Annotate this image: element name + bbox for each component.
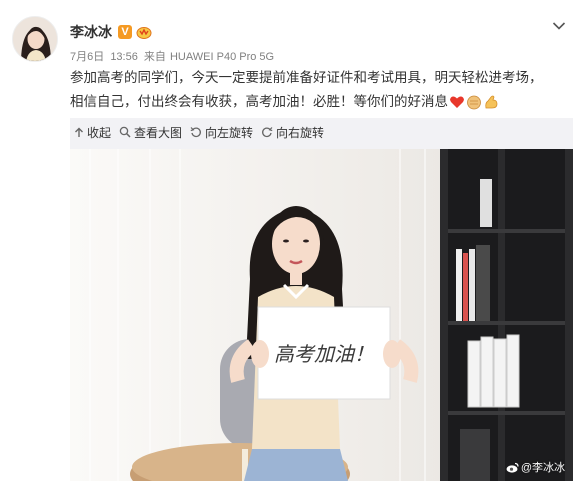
image-toolbar: 收起 查看大图 向左旋转 向右旋转 xyxy=(70,118,328,146)
view-large-button[interactable]: 查看大图 xyxy=(115,124,186,141)
avatar[interactable] xyxy=(12,16,58,62)
username-row: 李冰冰 V xyxy=(70,22,152,42)
post-meta: 7月6日 13:56 来自 HUAWEI P40 Pro 5G xyxy=(70,48,277,64)
rotate-left-icon xyxy=(190,127,201,138)
rotate-right-button[interactable]: 向右旋转 xyxy=(257,124,328,141)
weibo-logo-icon xyxy=(506,462,519,473)
media-panel: 收起 查看大图 向左旋转 向右旋转 高考加油！ @李冰冰 xyxy=(70,118,573,481)
post-text: 参加高考的同学们，今天一定要提前准备好证件和考试用具，明天轻松进考场， 相信自己… xyxy=(70,66,570,114)
post-text-line-2: 相信自己，付出终会有收获，高考加油！必胜！等你们的好消息 xyxy=(70,94,448,109)
collapse-label: 收起 xyxy=(87,125,112,140)
source-prefix: 来自 xyxy=(143,51,166,63)
strong-arm-emoji xyxy=(483,94,499,110)
rotate-right-label: 向右旋转 xyxy=(276,125,325,140)
more-chevron-icon[interactable] xyxy=(552,18,566,30)
view-large-label: 查看大图 xyxy=(134,125,183,140)
photo-watermark: @李冰冰 xyxy=(506,459,565,475)
rotate-left-button[interactable]: 向左旋转 xyxy=(186,124,257,141)
post-text-line-1: 参加高考的同学们，今天一定要提前准备好证件和考试用具，明天轻松进考场， xyxy=(70,70,543,85)
fist-emoji xyxy=(466,94,482,110)
heart-emoji xyxy=(449,94,465,110)
post-photo[interactable]: 高考加油！ @李冰冰 xyxy=(70,149,573,481)
post-date[interactable]: 7月6日 xyxy=(70,51,104,63)
post-header: 李冰冰 V 7月6日 13:56 来自 HUAWEI P40 Pro 5G xyxy=(0,0,582,64)
watermark-text: @李冰冰 xyxy=(520,462,565,474)
rotate-left-label: 向左旋转 xyxy=(205,125,254,140)
member-crown-icon xyxy=(136,25,152,39)
rotate-right-icon xyxy=(262,127,273,138)
post-text-line-2-row: 相信自己，付出终会有收获，高考加油！必胜！等你们的好消息 xyxy=(70,90,570,114)
magnify-icon xyxy=(119,126,131,138)
verified-badge-icon: V xyxy=(118,25,132,39)
sign-text: 高考加油！ xyxy=(274,342,374,366)
post-device[interactable]: HUAWEI P40 Pro 5G xyxy=(170,51,274,63)
collapse-arrow-icon xyxy=(75,127,83,137)
post-time[interactable]: 13:56 xyxy=(110,51,138,63)
collapse-button[interactable]: 收起 xyxy=(70,124,115,141)
author-name[interactable]: 李冰冰 xyxy=(70,22,112,42)
photo-illustration: 高考加油！ xyxy=(70,149,573,481)
